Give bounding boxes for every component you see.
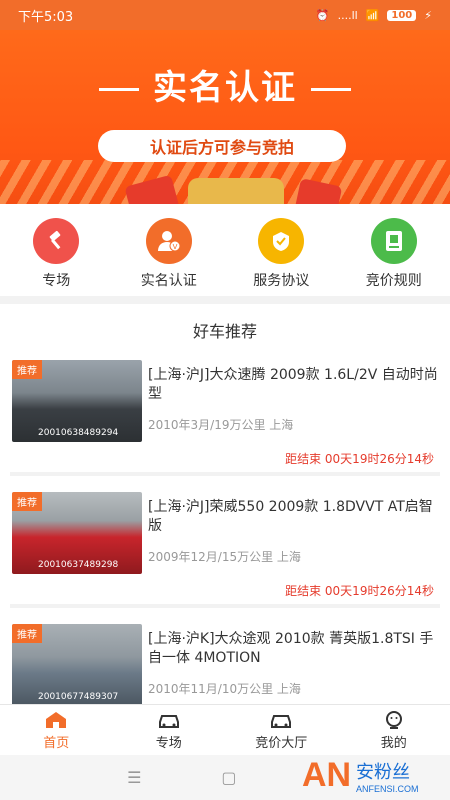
banner-subtitle-pill[interactable]: 认证后方可参与竞拍 bbox=[98, 130, 346, 162]
title-dash-left bbox=[99, 88, 139, 91]
car-icon bbox=[271, 714, 292, 728]
section-title: 好车推荐 bbox=[192, 322, 257, 341]
car-thumbnail[interactable]: 推荐 20010677489307 bbox=[12, 624, 142, 706]
alarm-icon: ⏰ bbox=[315, 8, 330, 22]
quick-link-verify[interactable]: V 实名认证 bbox=[113, 204, 226, 296]
battery-indicator: 100 bbox=[387, 9, 417, 21]
auction-countdown: 距结束 00天19时26分14秒 bbox=[285, 452, 434, 466]
tab-label: 竞价大厅 bbox=[255, 735, 308, 751]
quick-links-row: 专场 V 实名认证 服务协议 竞价规则 bbox=[0, 204, 450, 296]
quick-link-label: 竞价规则 bbox=[365, 273, 422, 289]
status-bar: 下午5:03 ⏰ ....ll 📶 100 ⚡ bbox=[0, 0, 450, 30]
watermark-text: 安粉丝 bbox=[356, 762, 410, 783]
car-id: 20010637489298 bbox=[38, 560, 119, 570]
card-divider bbox=[10, 604, 440, 608]
watermark-logo: AN bbox=[302, 756, 351, 794]
recommend-tag: 推荐 bbox=[12, 624, 42, 643]
home-button-icon[interactable]: ▢ bbox=[221, 768, 236, 787]
quick-link-label: 实名认证 bbox=[140, 273, 197, 289]
svg-text:V: V bbox=[172, 243, 177, 251]
car-title[interactable]: [上海·沪J]大众速腾 2009款 1.6L/2V 自动时尚型 bbox=[148, 366, 440, 404]
tab-label: 我的 bbox=[380, 735, 407, 751]
quick-link-special[interactable]: 专场 bbox=[0, 204, 113, 296]
recommended-cars-section: 好车推荐 推荐 20010638489294 [上海·沪J]大众速腾 2009款… bbox=[0, 304, 450, 706]
banner-title-row: 实名认证 bbox=[0, 60, 450, 109]
car-card[interactable]: 推荐 20010638489294 [上海·沪J]大众速腾 2009款 1.6L… bbox=[10, 360, 440, 480]
car-id: 20010638489294 bbox=[38, 428, 119, 438]
hammer-icon bbox=[33, 218, 80, 264]
car-title[interactable]: [上海·沪J]荣威550 2009款 1.8DVVT AT启智版 bbox=[148, 498, 440, 536]
user-icon bbox=[385, 710, 402, 729]
home-icon bbox=[46, 711, 67, 728]
car-title[interactable]: [上海·沪K]大众途观 2010款 菁英版1.8TSI 手自一体 4MOTION bbox=[148, 630, 440, 668]
car-meta: 2010年11月/10万公里 上海 bbox=[148, 682, 301, 696]
banner-title: 实名认证 bbox=[153, 68, 297, 108]
car-meta: 2010年3月/19万公里 上海 bbox=[148, 418, 294, 432]
document-icon bbox=[370, 218, 417, 264]
car-icon bbox=[158, 714, 179, 728]
card-divider bbox=[10, 472, 440, 476]
status-icons: ⏰ ....ll 📶 100 ⚡ bbox=[316, 9, 432, 22]
watermark-sub: ANFENSI.COM bbox=[356, 784, 419, 794]
tab-label: 首页 bbox=[43, 735, 70, 751]
bottom-tab-bar: 首页 专场 竞价大厅 我的 bbox=[0, 704, 450, 755]
recommend-tag: 推荐 bbox=[12, 492, 42, 511]
quick-link-rules[interactable]: 竞价规则 bbox=[338, 204, 450, 296]
tab-label: 专场 bbox=[155, 735, 182, 751]
signal-indicator: ....ll bbox=[337, 8, 358, 22]
gold-card-decoration bbox=[188, 178, 284, 204]
tab-home[interactable]: 首页 bbox=[0, 705, 113, 755]
verified-user-icon: V bbox=[145, 218, 192, 264]
car-card[interactable]: 推荐 20010637489298 [上海·沪J]荣威550 2009款 1.8… bbox=[10, 492, 440, 612]
quick-link-agreement[interactable]: 服务协议 bbox=[225, 204, 338, 296]
recommend-tag: 推荐 bbox=[12, 360, 42, 379]
car-thumbnail[interactable]: 推荐 20010638489294 bbox=[12, 360, 142, 442]
site-watermark: AN 安粉丝 ANFENSI.COM bbox=[302, 756, 419, 794]
quick-link-label: 专场 bbox=[42, 273, 71, 289]
car-thumbnail[interactable]: 推荐 20010637489298 bbox=[12, 492, 142, 574]
charging-icon: ⚡ bbox=[424, 8, 432, 22]
car-meta: 2009年12月/15万公里 上海 bbox=[148, 550, 301, 564]
quick-link-label: 服务协议 bbox=[253, 273, 310, 289]
wifi-icon: 📶 bbox=[365, 8, 380, 22]
tab-profile[interactable]: 我的 bbox=[338, 705, 450, 755]
menu-icon[interactable]: ☰ bbox=[127, 768, 141, 787]
verification-banner[interactable]: 实名认证 认证后方可参与竞拍 bbox=[0, 30, 450, 204]
tab-auction-hall[interactable]: 竞价大厅 bbox=[225, 705, 338, 755]
auction-countdown: 距结束 00天19时26分14秒 bbox=[285, 584, 434, 598]
handshake-icon bbox=[258, 218, 305, 264]
tab-special[interactable]: 专场 bbox=[113, 705, 226, 755]
status-time: 下午5:03 bbox=[18, 9, 74, 25]
title-dash-right bbox=[311, 88, 351, 91]
car-id: 20010677489307 bbox=[38, 692, 119, 702]
